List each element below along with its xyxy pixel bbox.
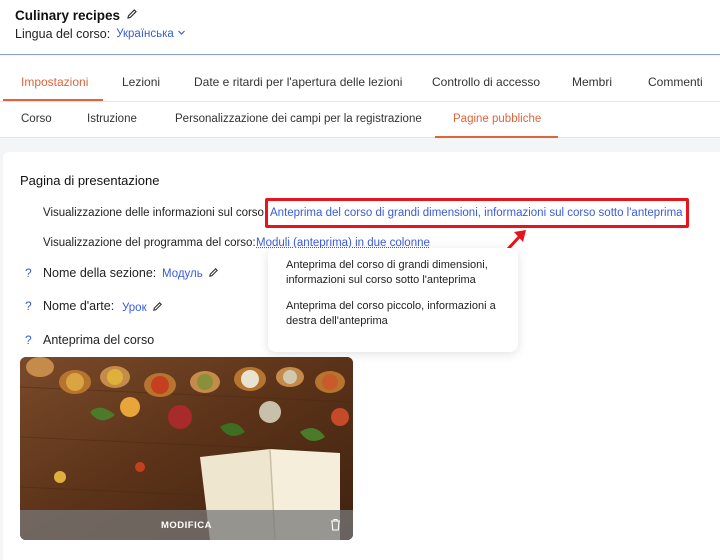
course-language-label: Lingua del corso: <box>15 27 111 41</box>
active-subtab-indicator <box>435 136 558 138</box>
section-name-value: Модуль <box>162 268 203 280</box>
preview-label: Anteprima del corso <box>43 333 155 347</box>
section-name-field[interactable]: Модуль <box>162 267 219 281</box>
subtab-course[interactable]: Corso <box>21 113 52 125</box>
highlight-box <box>265 198 689 228</box>
course-language-value: Українська <box>116 28 174 40</box>
course-language-select[interactable]: Українська <box>116 28 186 40</box>
help-icon[interactable]: ? <box>25 299 32 313</box>
tab-lessons[interactable]: Lezioni <box>122 75 160 89</box>
course-header: Culinary recipes Lingua del corso: Украї… <box>0 0 720 55</box>
stage-name-value: Урок <box>122 302 147 314</box>
info-display-dropdown: Anteprima del corso di grandi dimensioni… <box>268 248 518 352</box>
course-title-text: Culinary recipes <box>15 8 121 23</box>
section-title: Pagina di presentazione <box>20 173 160 188</box>
tab-settings[interactable]: Impostazioni <box>21 75 88 89</box>
pencil-icon[interactable] <box>126 8 138 23</box>
help-icon[interactable]: ? <box>25 333 32 347</box>
trash-icon[interactable] <box>330 518 341 536</box>
info-display-label: Visualizzazione delle informazioni sul c… <box>43 207 268 219</box>
stage-name-label: Nome d'arte: <box>43 299 115 313</box>
pencil-icon[interactable] <box>152 301 163 315</box>
image-actions-bar: MODIFICA <box>20 510 353 540</box>
modify-image-button[interactable]: MODIFICA <box>161 520 212 531</box>
tab-comments[interactable]: Commenti <box>648 75 703 89</box>
stage-name-field[interactable]: Урок <box>122 301 163 315</box>
dropdown-option-small-preview[interactable]: Anteprima del corso piccolo, informazion… <box>286 299 500 330</box>
course-preview-image: MODIFICA <box>20 357 353 540</box>
main-tabs: Impostazioni Lezioni Date e ritardi per … <box>0 56 720 102</box>
section-name-label: Nome della sezione: <box>43 266 157 280</box>
chevron-down-icon <box>177 28 186 40</box>
program-display-label: Visualizzazione del programma del corso: <box>43 237 256 249</box>
tab-members[interactable]: Membri <box>572 75 612 89</box>
tab-dates-delays[interactable]: Date e ritardi per l'apertura delle lezi… <box>194 75 402 89</box>
tab-access-control[interactable]: Controllo di accesso <box>432 75 540 89</box>
pencil-icon[interactable] <box>208 267 219 281</box>
sub-tabs: Corso Istruzione Personalizzazione dei c… <box>0 102 720 138</box>
dropdown-option-large-preview[interactable]: Anteprima del corso di grandi dimensioni… <box>286 258 500 289</box>
course-language-row: Lingua del corso: Українська <box>15 27 186 41</box>
subtab-registration-fields[interactable]: Personalizzazione dei campi per la regis… <box>175 113 422 125</box>
course-title: Culinary recipes <box>15 8 138 23</box>
subtab-instruction[interactable]: Istruzione <box>87 113 137 125</box>
help-icon[interactable]: ? <box>25 266 32 280</box>
subtab-public-pages[interactable]: Pagine pubbliche <box>453 113 541 125</box>
